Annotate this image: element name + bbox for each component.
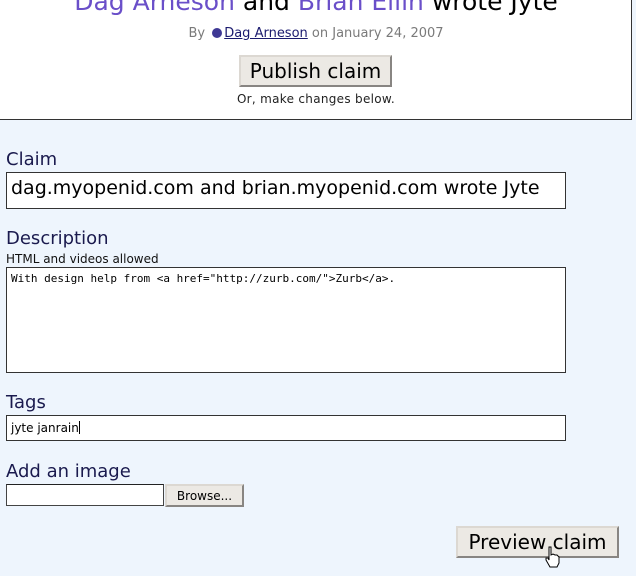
user-status-dot-icon <box>212 28 223 38</box>
claim-preview-panel: Dag Arneson and Brian Ellin wrote Jyte B… <box>0 0 632 120</box>
image-label: Add an image <box>6 461 131 482</box>
browse-button[interactable]: Browse... <box>165 484 244 507</box>
tags-input[interactable]: jyte janrain <box>6 415 566 441</box>
title-person-2[interactable]: Brian Ellin <box>298 0 424 16</box>
title-person-1[interactable]: Dag Arneson <box>74 0 235 16</box>
description-hint: HTML and videos allowed <box>6 252 159 266</box>
preview-claim-button[interactable]: Preview claim <box>456 526 619 558</box>
author-link[interactable]: Dag Arneson <box>224 26 308 41</box>
tags-value: jyte janrain <box>11 421 79 435</box>
title-rest: wrote Jyte <box>431 0 558 16</box>
claim-title: Dag Arneson and Brian Ellin wrote Jyte <box>0 0 633 16</box>
text-caret <box>78 421 80 434</box>
claim-date: on January 24, 2007 <box>311 26 444 41</box>
publish-claim-button[interactable]: Publish claim <box>239 55 392 87</box>
byline: By Dag Arneson on January 24, 2007 <box>0 26 633 41</box>
title-and: and <box>242 0 290 16</box>
by-label: By <box>188 26 206 41</box>
description-textarea[interactable]: With design help from <a href="http://zu… <box>6 267 566 373</box>
claim-input[interactable]: dag.myopenid.com and brian.myopenid.com … <box>6 172 566 209</box>
image-file-path-field[interactable] <box>6 484 164 506</box>
hand-cursor-icon <box>545 546 560 568</box>
changes-note: Or, make changes below. <box>236 92 396 106</box>
tags-label: Tags <box>6 392 46 413</box>
description-label: Description <box>6 228 109 249</box>
claim-label: Claim <box>6 149 58 170</box>
